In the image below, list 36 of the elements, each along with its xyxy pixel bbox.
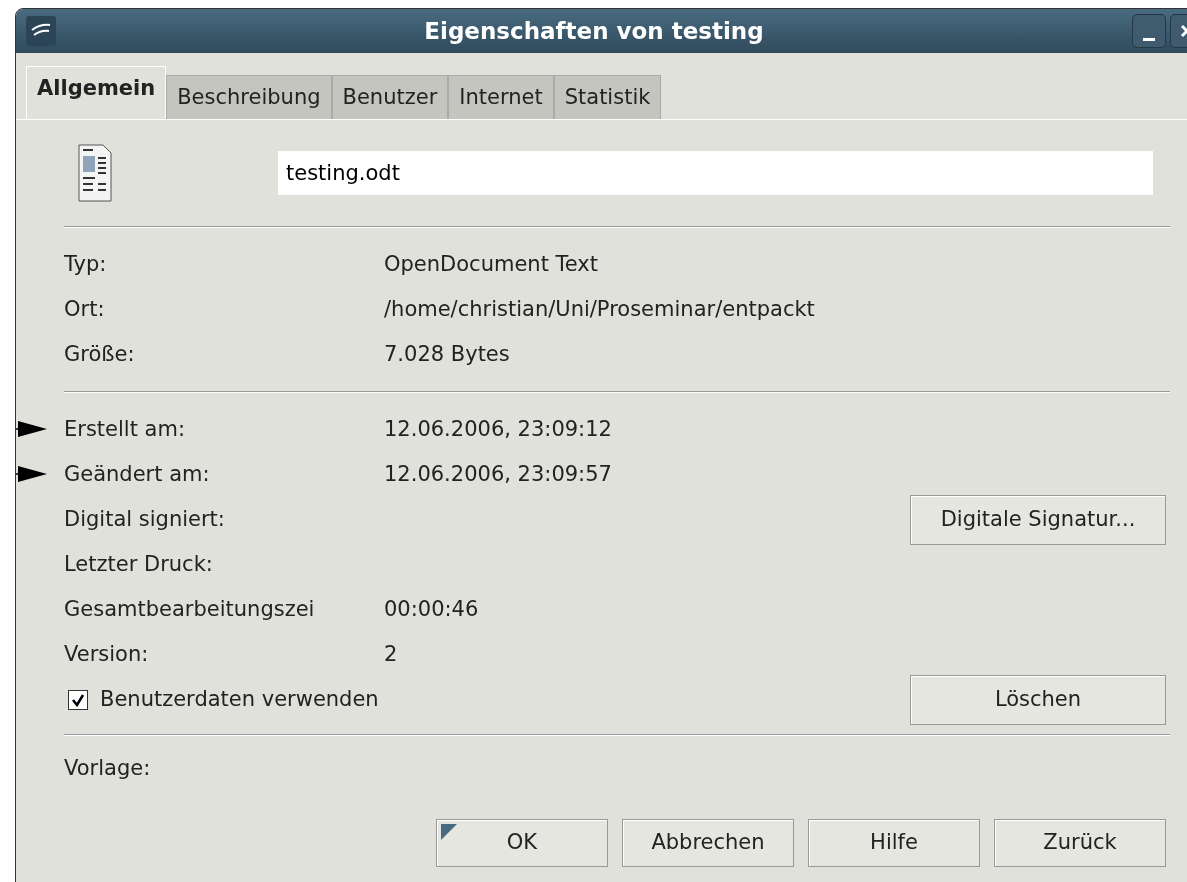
field-value: 7.028 Bytes bbox=[384, 340, 510, 368]
field-label: Vorlage: bbox=[64, 754, 151, 782]
field-value: /home/christian/Uni/Proseminar/entpackt bbox=[384, 295, 815, 323]
tab[interactable]: Statistik bbox=[553, 75, 662, 119]
dialog-button[interactable]: OK bbox=[436, 819, 608, 867]
window-title: Eigenschaften von testing bbox=[423, 16, 765, 46]
dialog-button[interactable]: Zurück bbox=[994, 819, 1166, 867]
minimize-button[interactable] bbox=[1132, 14, 1166, 48]
dialog-button[interactable]: Abbrechen bbox=[622, 819, 794, 867]
field-label: Version: bbox=[64, 640, 150, 668]
tab[interactable]: Allgemein bbox=[26, 66, 167, 119]
file-name-field[interactable]: testing.odt bbox=[278, 151, 1153, 195]
field-label: Digital signiert: bbox=[64, 505, 226, 533]
checkbox-label: Benutzerdaten verwenden bbox=[100, 685, 379, 713]
field-value: 2 bbox=[384, 640, 398, 668]
field-value: 12.06.2006, 23:09:12 bbox=[384, 415, 612, 443]
field-value: 12.06.2006, 23:09:57 bbox=[384, 460, 612, 488]
field-label: Geändert am: bbox=[64, 460, 211, 488]
minimize-icon bbox=[1143, 37, 1155, 41]
checkbox[interactable] bbox=[68, 689, 88, 710]
field-value: OpenDocument Text bbox=[384, 250, 599, 278]
field-value: 00:00:46 bbox=[384, 595, 479, 623]
field-label: Gesamtbearbeitungszei bbox=[64, 595, 316, 623]
dialog-button[interactable]: Hilfe bbox=[808, 819, 980, 867]
field-label: Größe: bbox=[64, 340, 136, 368]
tab[interactable]: Internet bbox=[448, 75, 554, 119]
document-icon bbox=[78, 144, 112, 202]
field-label: Ort: bbox=[64, 295, 106, 323]
tab[interactable]: Benutzer bbox=[331, 75, 449, 119]
digital-signature-button[interactable]: Digitale Signatur... bbox=[910, 494, 1166, 545]
field-label: Erstellt am: bbox=[64, 415, 186, 443]
field-label: Typ: bbox=[64, 250, 108, 278]
app-logo-icon bbox=[26, 16, 56, 46]
delete-button[interactable]: Löschen bbox=[910, 674, 1166, 725]
field-label: Letzter Druck: bbox=[64, 550, 214, 578]
tab[interactable]: Beschreibung bbox=[166, 75, 332, 119]
